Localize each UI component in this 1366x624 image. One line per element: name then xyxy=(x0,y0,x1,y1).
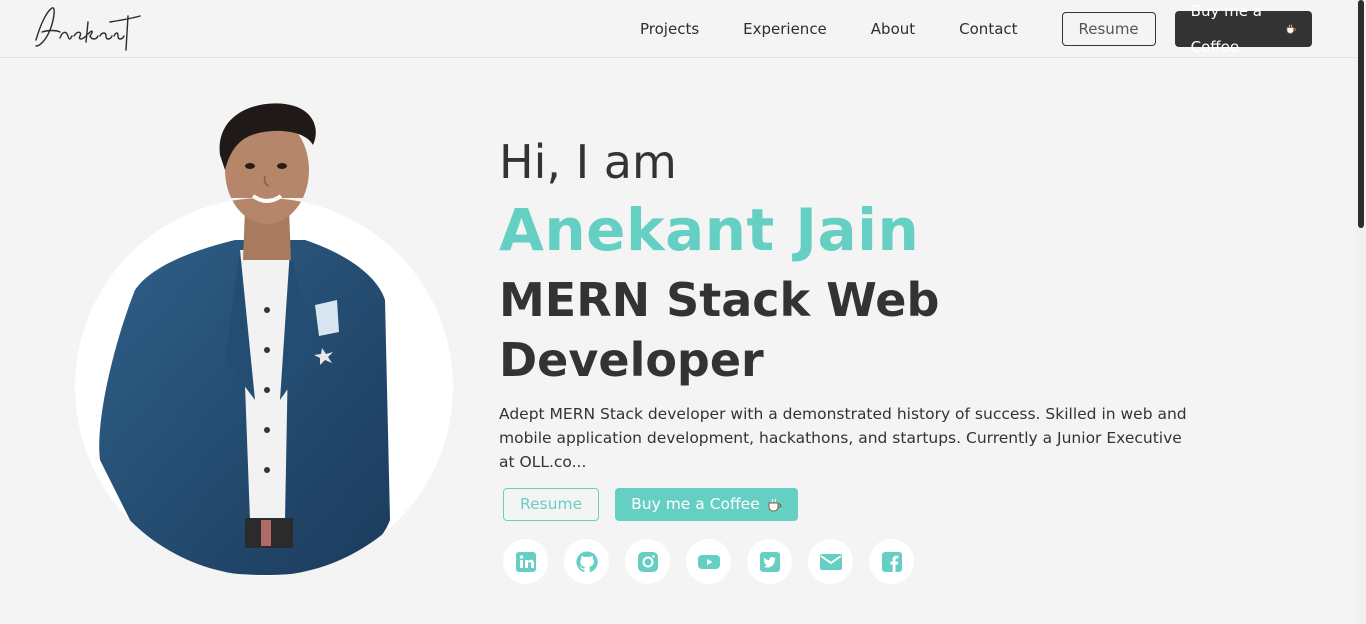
linkedin-icon xyxy=(515,551,536,572)
coffee-cup-icon xyxy=(1286,24,1296,34)
scrollbar-thumb[interactable] xyxy=(1358,0,1364,228)
hero-resume-button[interactable]: Resume xyxy=(503,488,600,521)
nav-resume-button[interactable]: Resume xyxy=(1061,12,1156,46)
youtube-icon xyxy=(697,554,720,569)
youtube-link[interactable] xyxy=(686,539,731,584)
hero-section: Hi, I am Anekant Jain MERN Stack Web Dev… xyxy=(499,132,1199,584)
hero-name: Anekant Jain xyxy=(499,196,920,264)
logo-signature xyxy=(35,7,141,51)
facebook-link[interactable] xyxy=(869,539,914,584)
github-icon xyxy=(575,550,598,572)
profile-photo xyxy=(75,100,455,576)
twitter-link[interactable] xyxy=(747,539,792,584)
instagram-link[interactable] xyxy=(625,539,670,584)
twitter-icon xyxy=(759,551,780,572)
nav-projects[interactable]: Projects xyxy=(640,20,699,38)
hero-role: MERN Stack Web Developer xyxy=(499,273,940,387)
hero-coffee-label: Buy me a Coffee xyxy=(631,495,760,513)
nav-about[interactable]: About xyxy=(871,20,915,38)
linkedin-link[interactable] xyxy=(503,539,548,584)
instagram-icon xyxy=(637,551,658,572)
github-link[interactable] xyxy=(564,539,609,584)
coffee-cup-icon xyxy=(768,498,782,511)
hero-coffee-button[interactable]: Buy me a Coffee xyxy=(615,488,798,521)
mail-icon xyxy=(819,553,842,570)
mail-link[interactable] xyxy=(808,539,853,584)
hero-greeting: Hi, I am xyxy=(499,135,677,189)
facebook-icon xyxy=(881,551,902,572)
scrollbar-track[interactable] xyxy=(1356,0,1366,624)
main-nav: Projects Experience About Contact Resume… xyxy=(640,0,1356,58)
hero-bio: Adept MERN Stack developer with a demons… xyxy=(499,405,1187,471)
site-header: Projects Experience About Contact Resume… xyxy=(0,0,1356,58)
social-links xyxy=(503,539,1199,584)
nav-contact[interactable]: Contact xyxy=(959,20,1017,38)
logo[interactable] xyxy=(30,2,142,63)
cta-row: Resume Buy me a Coffee xyxy=(503,488,1199,521)
nav-coffee-button[interactable]: Buy me a Coffee xyxy=(1174,2,1312,56)
nav-experience[interactable]: Experience xyxy=(743,20,827,38)
person-illustration xyxy=(99,103,391,575)
nav-coffee-label: Buy me a Coffee xyxy=(1190,2,1262,56)
